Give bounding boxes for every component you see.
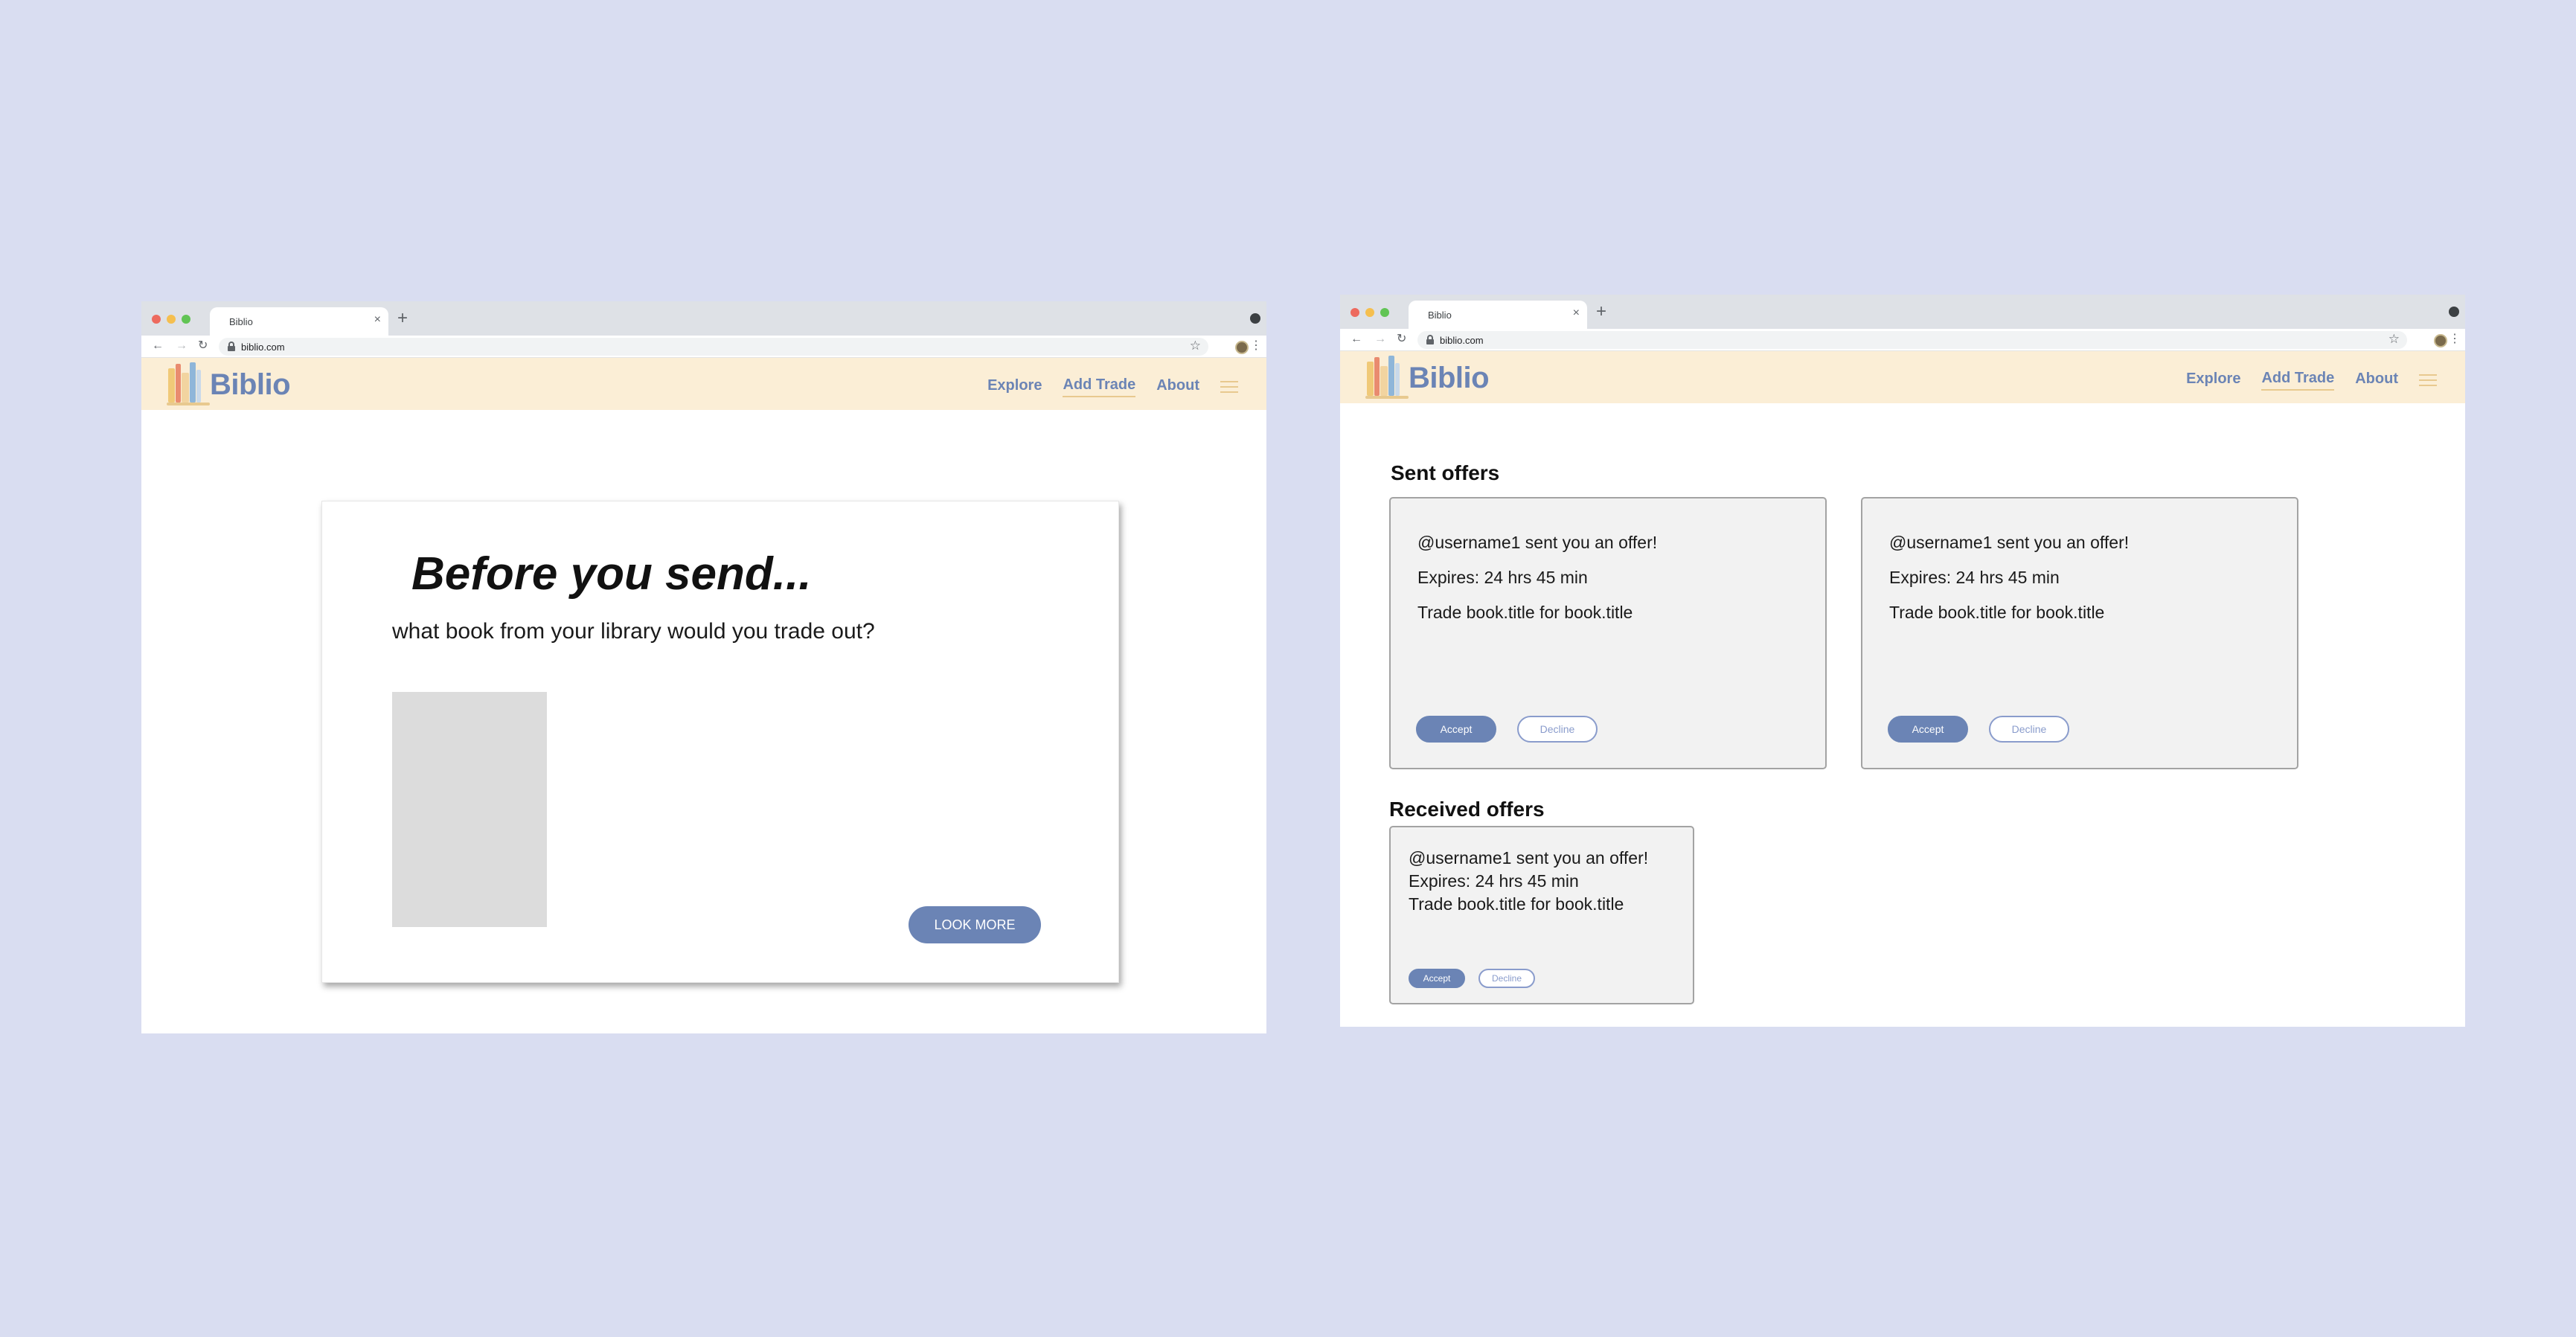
books-logo-icon[interactable] xyxy=(167,362,210,405)
main-nav: Explore Add Trade About xyxy=(2165,369,2438,391)
site-header: Biblio Explore Add Trade About xyxy=(1340,351,2465,403)
received-offer-card: @username1 sent you an offer! Expires: 2… xyxy=(1389,826,1694,1004)
dialog-subtitle: what book from your library would you tr… xyxy=(392,619,875,644)
profile-avatar[interactable] xyxy=(1235,341,1249,354)
window-control-icon[interactable] xyxy=(1250,313,1260,324)
lock-icon xyxy=(228,342,235,351)
decline-button[interactable]: Decline xyxy=(1517,716,1598,743)
address-bar[interactable]: biblio.com ☆ xyxy=(1417,331,2407,349)
look-more-button[interactable]: LOOK MORE xyxy=(909,906,1041,943)
window-control-icon[interactable] xyxy=(2449,307,2459,317)
offer-message: @username1 sent you an offer! xyxy=(1417,533,1658,552)
offer-expires: Expires: 24 hrs 45 min xyxy=(1417,568,1588,587)
browser-tab[interactable]: Biblio × xyxy=(1409,301,1587,329)
site-header: Biblio Explore Add Trade About xyxy=(141,358,1266,410)
sent-offer-card: @username1 sent you an offer! Expires: 2… xyxy=(1389,497,1827,769)
offer-trade-details: Trade book.title for book.title xyxy=(1409,894,1624,914)
accept-button[interactable]: Accept xyxy=(1888,716,1968,743)
nav-add-trade[interactable]: Add Trade xyxy=(2261,370,2335,391)
offer-message: @username1 sent you an offer! xyxy=(1409,848,1649,868)
back-arrow-icon[interactable]: ← xyxy=(152,339,164,353)
browser-window-offers: Biblio × + ← → ↻ biblio.com ☆ ⋮ Biblio E… xyxy=(1340,295,2465,1027)
offer-trade-details: Trade book.title for book.title xyxy=(1417,603,1633,622)
browser-toolbar: ← → ↻ biblio.com ☆ ⋮ xyxy=(1340,329,2465,351)
main-nav: Explore Add Trade About xyxy=(967,376,1240,398)
profile-avatar[interactable] xyxy=(2434,334,2447,347)
forward-arrow-icon[interactable]: → xyxy=(1374,332,1386,347)
close-icon[interactable]: × xyxy=(1573,307,1580,320)
tab-title: Biblio xyxy=(229,316,253,327)
address-bar[interactable]: biblio.com ☆ xyxy=(219,338,1208,356)
plus-icon[interactable]: + xyxy=(397,308,408,329)
nav-explore[interactable]: Explore xyxy=(987,377,1042,397)
back-arrow-icon[interactable]: ← xyxy=(1351,332,1362,347)
reload-icon[interactable]: ↻ xyxy=(1397,332,1406,347)
tab-strip: Biblio × + xyxy=(141,301,1266,336)
dialog-title: Before you send... xyxy=(411,548,812,600)
url-text: biblio.com xyxy=(241,342,285,353)
books-logo-icon[interactable] xyxy=(1365,356,1409,399)
brand-name[interactable]: Biblio xyxy=(210,368,291,402)
sent-offers-heading: Sent offers xyxy=(1391,461,1500,484)
offer-message: @username1 sent you an offer! xyxy=(1889,533,2130,552)
book-cover-placeholder[interactable] xyxy=(392,692,547,927)
star-icon[interactable]: ☆ xyxy=(2388,332,2400,347)
maximize-window-dot[interactable] xyxy=(1380,308,1389,317)
sent-offer-card: @username1 sent you an offer! Expires: 2… xyxy=(1861,497,2298,769)
maximize-window-dot[interactable] xyxy=(182,315,190,324)
browser-window-before-send: Biblio × + ← → ↻ biblio.com ☆ ⋮ Biblio E… xyxy=(141,301,1266,1033)
offer-expires: Expires: 24 hrs 45 min xyxy=(1409,871,1579,891)
browser-tab[interactable]: Biblio × xyxy=(210,307,388,336)
accept-button[interactable]: Accept xyxy=(1409,969,1465,988)
kebab-menu-icon[interactable]: ⋮ xyxy=(1250,339,1262,353)
accept-button[interactable]: Accept xyxy=(1416,716,1496,743)
hamburger-menu-icon[interactable] xyxy=(1220,379,1240,394)
decline-button[interactable]: Decline xyxy=(1478,969,1535,988)
close-window-dot[interactable] xyxy=(152,315,161,324)
minimize-window-dot[interactable] xyxy=(167,315,176,324)
browser-toolbar: ← → ↻ biblio.com ☆ ⋮ xyxy=(141,336,1266,358)
star-icon[interactable]: ☆ xyxy=(1190,339,1201,353)
reload-icon[interactable]: ↻ xyxy=(198,339,208,353)
close-window-dot[interactable] xyxy=(1351,308,1359,317)
brand-name[interactable]: Biblio xyxy=(1409,362,1490,395)
close-icon[interactable]: × xyxy=(374,313,381,327)
tab-title: Biblio xyxy=(1428,310,1452,321)
forward-arrow-icon[interactable]: → xyxy=(176,339,188,353)
nav-add-trade[interactable]: Add Trade xyxy=(1063,376,1136,397)
lock-icon xyxy=(1426,335,1434,344)
url-text: biblio.com xyxy=(1440,335,1484,346)
nav-about[interactable]: About xyxy=(2355,371,2398,390)
tab-strip: Biblio × + xyxy=(1340,295,2465,329)
minimize-window-dot[interactable] xyxy=(1365,308,1374,317)
before-send-dialog: Before you send... what book from your l… xyxy=(321,501,1119,983)
nav-explore[interactable]: Explore xyxy=(2186,371,2240,390)
received-offers-heading: Received offers xyxy=(1389,798,1545,821)
offer-trade-details: Trade book.title for book.title xyxy=(1889,603,2105,622)
offer-expires: Expires: 24 hrs 45 min xyxy=(1889,568,2060,587)
decline-button[interactable]: Decline xyxy=(1989,716,2069,743)
plus-icon[interactable]: + xyxy=(1596,301,1606,322)
nav-about[interactable]: About xyxy=(1156,377,1199,397)
hamburger-menu-icon[interactable] xyxy=(2419,373,2438,388)
kebab-menu-icon[interactable]: ⋮ xyxy=(2449,332,2461,347)
